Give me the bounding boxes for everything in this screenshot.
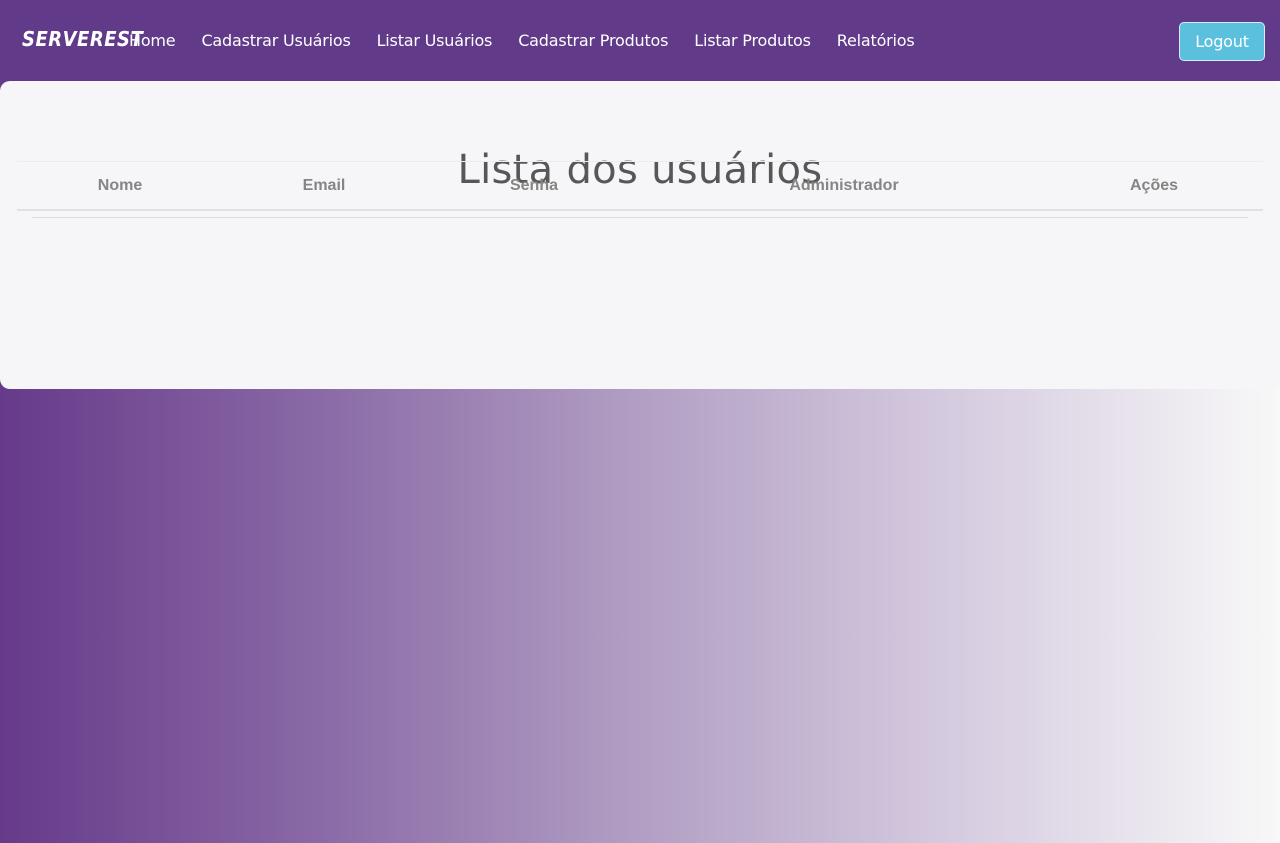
nav-link-relatorios[interactable]: Relatórios [837,31,915,50]
brand-wordmark: SERVEREST [22,27,144,52]
users-table-header: Nome Email Senha Administrador Ações [17,161,1263,211]
title-divider [32,217,1248,218]
nav-link-home[interactable]: Home [129,31,176,50]
column-header-senha: Senha [509,177,558,194]
nav-link-cadastrar-produtos[interactable]: Cadastrar Produtos [518,31,668,50]
nav-links: Home Cadastrar Usuários Listar Usuários … [129,0,941,81]
serverest-logo[interactable]: SERVEREST [22,27,144,52]
column-header-administrador: Administrador [789,177,899,194]
nav-link-listar-usuarios[interactable]: Listar Usuários [377,31,493,50]
nav-link-cadastrar-usuarios[interactable]: Cadastrar Usuários [201,31,350,50]
logout-button[interactable]: Logout [1179,22,1265,61]
nav-link-listar-produtos[interactable]: Listar Produtos [694,31,811,50]
top-navbar: SERVEREST Home Cadastrar Usuários Listar… [0,0,1280,81]
column-header-email: Email [302,177,346,194]
column-header-acoes: Ações [1129,177,1179,194]
column-header-nome: Nome [97,177,143,194]
users-list-panel: Lista dos usuários [0,81,1280,389]
